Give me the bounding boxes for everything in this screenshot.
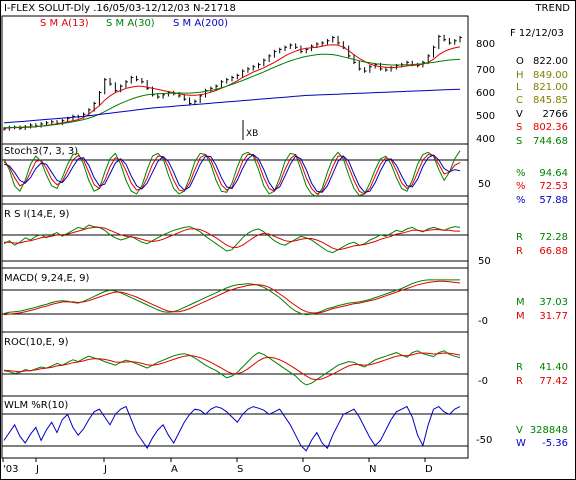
x-axis-label: A <box>171 464 178 475</box>
price-tick: 600 <box>476 88 495 99</box>
high-value: 849.00 <box>533 70 568 81</box>
macd-label: M <box>516 297 525 308</box>
open-label: O <box>516 56 524 67</box>
technical-chart: I-FLEX SOLUT-Dly .16/05/03-12/12/03 N-21… <box>0 0 576 480</box>
rsi-tick: 50 <box>478 256 491 267</box>
low-value: 821.00 <box>533 82 568 93</box>
stoch-d-value: 57.88 <box>539 195 568 206</box>
close-label: C <box>516 95 523 106</box>
xb-annotation: XB <box>246 129 258 139</box>
sma30-value-label: S <box>516 136 522 147</box>
roc-label: R <box>516 362 523 373</box>
rsi-signal-label: R <box>516 246 523 257</box>
sma13-value-label: S <box>516 122 522 133</box>
macd-title: MACD( 9,24,E, 9) <box>4 273 90 284</box>
stoch-k-label: % <box>516 181 526 192</box>
legend-sma200: S M A(200) <box>173 18 228 29</box>
high-label: H <box>516 70 524 81</box>
rsi-value: 72.28 <box>539 232 568 243</box>
rsi-signal-value: 66.88 <box>539 246 568 257</box>
macd-signal-value: 31.77 <box>539 311 568 322</box>
price-tick: 500 <box>476 111 495 122</box>
wlm-r-label: W <box>516 438 526 449</box>
sma30-value: 744.68 <box>533 136 568 147</box>
x-axis-label: O <box>303 464 311 475</box>
wlm-tick: -50 <box>476 435 492 446</box>
roc-title: ROC(10,E, 9) <box>4 337 69 348</box>
x-axis-label: N <box>369 464 376 475</box>
x-axis-label: D <box>425 464 433 475</box>
trend-label: TREND <box>534 3 570 14</box>
roc-value: 41.40 <box>539 362 568 373</box>
macd-tick: -0 <box>478 316 488 327</box>
sma13-value: 802.36 <box>533 122 568 133</box>
volume-label: V <box>516 109 523 120</box>
wlm-r-value: -5.36 <box>542 438 568 449</box>
low-label: L <box>516 82 522 93</box>
stoch-d-label: % <box>516 195 526 206</box>
macd-value: 37.03 <box>539 297 568 308</box>
stoch-fast-label: % <box>516 168 526 179</box>
roc-signal-label: R <box>516 376 523 387</box>
rsi-title: R S I(14,E, 9) <box>4 209 69 220</box>
stoch-title: Stoch3(7, 3, 3) <box>4 146 78 157</box>
volume-value: 2766 <box>543 109 568 120</box>
legend-sma13: S M A(13) <box>40 18 89 29</box>
wlm-volume-label: V <box>516 425 523 436</box>
price-tick: 700 <box>476 65 495 76</box>
stoch-fast-value: 94.64 <box>539 168 568 179</box>
roc-signal-value: 77.42 <box>539 376 568 387</box>
x-axis-label: S <box>237 464 243 475</box>
macd-signal-label: M <box>516 311 525 322</box>
chart-title: I-FLEX SOLUT-Dly .16/05/03-12/12/03 N-21… <box>4 3 236 14</box>
legend-sma30: S M A(30) <box>106 18 155 29</box>
price-tick: 800 <box>476 39 495 50</box>
rsi-label: R <box>516 232 523 243</box>
x-axis-label: J <box>103 464 107 475</box>
x-axis-label: J <box>35 464 39 475</box>
date-label: F 12/12/03 <box>510 28 564 39</box>
x-axis-label: '03 <box>3 464 18 475</box>
stoch-k-value: 72.53 <box>539 181 568 192</box>
open-value: 822.00 <box>533 56 568 67</box>
wlm-title: WLM %R(10) <box>4 400 68 411</box>
price-tick: 400 <box>476 134 495 145</box>
wlm-volume-value: 328848 <box>530 425 568 436</box>
roc-tick: -0 <box>478 376 488 387</box>
close-value: 845.85 <box>533 95 568 106</box>
stoch-tick: 50 <box>478 179 491 190</box>
